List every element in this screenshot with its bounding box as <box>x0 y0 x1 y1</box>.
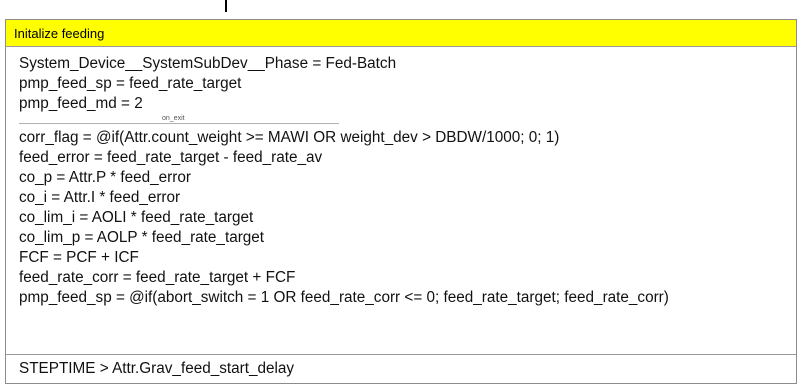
on-exit-label: on_exit <box>159 115 188 123</box>
exit-action-line: co_lim_p = AOLP * feed_rate_target <box>19 229 265 246</box>
separator-rule <box>19 123 339 124</box>
on-exit-separator: on_exit <box>19 114 339 128</box>
sfc-step-block[interactable]: Initalize feeding System_Device__SystemS… <box>5 19 797 384</box>
exit-action-line: co_p = Attr.P * feed_error <box>19 169 191 186</box>
transition-condition-row[interactable]: STEPTIME > Attr.Grav_feed_start_delay <box>6 354 796 383</box>
exit-action-line: FCF = PCF + ICF <box>19 249 139 266</box>
incoming-connector-line <box>225 0 227 12</box>
step-actions[interactable]: System_Device__SystemSubDev__Phase = Fed… <box>6 47 796 308</box>
entry-action-line: pmp_feed_md = 2 <box>19 95 143 112</box>
entry-action-line: System_Device__SystemSubDev__Phase = Fed… <box>19 55 397 72</box>
exit-action-line: co_i = Attr.I * feed_error <box>19 189 181 206</box>
exit-action-line: feed_error = feed_rate_target - feed_rat… <box>19 149 323 166</box>
exit-action-line: co_lim_i = AOLI * feed_rate_target <box>19 209 254 226</box>
step-title-bar[interactable]: Initalize feeding <box>6 20 796 47</box>
step-title: Initalize feeding <box>14 25 105 41</box>
exit-action-line: feed_rate_corr = feed_rate_target + FCF <box>19 269 296 286</box>
exit-action-line: pmp_feed_sp = @if(abort_switch = 1 OR fe… <box>19 289 669 306</box>
exit-action-line: corr_flag = @if(Attr.count_weight >= MAW… <box>19 129 560 146</box>
entry-action-line: pmp_feed_sp = feed_rate_target <box>19 75 242 92</box>
transition-condition: STEPTIME > Attr.Grav_feed_start_delay <box>19 360 295 377</box>
